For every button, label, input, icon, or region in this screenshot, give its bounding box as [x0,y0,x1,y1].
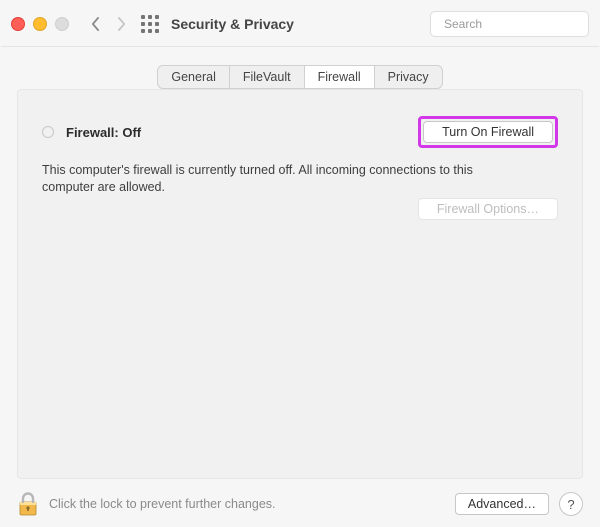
firewall-options-button: Firewall Options… [418,198,558,220]
lock-description: Click the lock to prevent further change… [49,497,455,511]
turn-on-firewall-button[interactable]: Turn On Firewall [423,121,553,143]
tab-privacy[interactable]: Privacy [375,66,442,88]
search-input[interactable] [442,16,600,32]
firewall-status-label: Firewall: Off [66,125,141,140]
nav-arrows [85,14,131,34]
footer: Click the lock to prevent further change… [1,482,599,526]
lock-icon[interactable] [17,491,39,517]
tab-filevault[interactable]: FileVault [230,66,305,88]
zoom-window-icon [55,17,69,31]
forward-button[interactable] [111,14,131,34]
search-box[interactable] [430,11,589,37]
close-window-icon[interactable] [11,17,25,31]
titlebar: Security & Privacy [1,1,599,47]
security-privacy-window: Security & Privacy General FileVault Fir… [0,0,600,527]
advanced-button[interactable]: Advanced… [455,493,549,515]
tab-general[interactable]: General [158,66,229,88]
tabbar: General FileVault Firewall Privacy [1,65,599,89]
minimize-window-icon[interactable] [33,17,47,31]
show-all-preferences-icon[interactable] [141,15,159,33]
window-controls [11,17,69,31]
firewall-description: This computer's firewall is currently tu… [42,162,502,196]
firewall-panel: Firewall: Off Turn On Firewall This comp… [17,89,583,479]
turn-on-firewall-highlight: Turn On Firewall [418,116,558,148]
firewall-status-indicator-icon [42,126,54,138]
page-title: Security & Privacy [171,16,294,32]
tab-segment: General FileVault Firewall Privacy [157,65,442,89]
help-button[interactable]: ? [559,492,583,516]
tab-firewall[interactable]: Firewall [305,66,375,88]
firewall-status-row: Firewall: Off Turn On Firewall [42,116,558,148]
back-button[interactable] [85,14,105,34]
